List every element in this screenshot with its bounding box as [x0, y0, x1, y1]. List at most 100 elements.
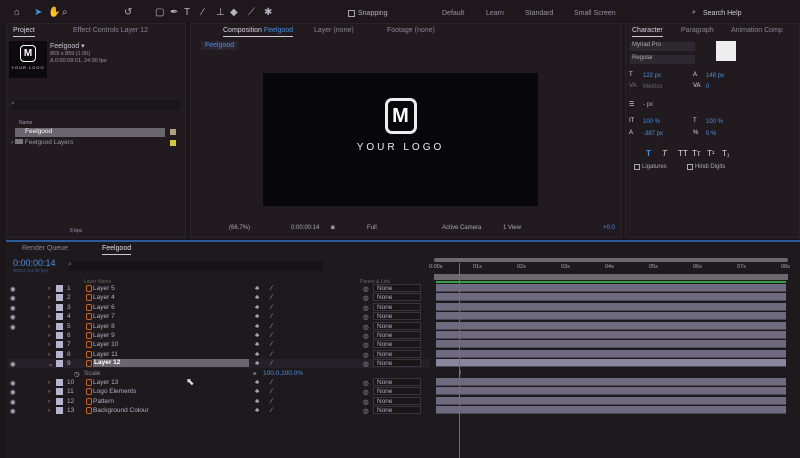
pickwhip-icon[interactable]: ◎ — [363, 407, 369, 415]
parent-dropdown[interactable]: None — [373, 331, 421, 339]
parent-dropdown[interactable]: None — [373, 359, 421, 368]
parent-dropdown[interactable]: None — [373, 340, 421, 349]
shy-icon[interactable]: ♣ — [255, 360, 259, 367]
quality-switch-icon[interactable]: ⁄ — [271, 332, 272, 339]
parent-dropdown[interactable]: None — [373, 378, 421, 386]
layer-duration-bar[interactable] — [436, 312, 786, 321]
expand-chevron-icon[interactable]: › — [48, 407, 50, 414]
eye-icon[interactable]: ◉ — [10, 285, 16, 293]
layer-name[interactable]: Layer 11 — [93, 351, 118, 358]
pickwhip-icon[interactable]: ◎ — [363, 323, 369, 331]
layer-name[interactable]: Pattern — [93, 398, 114, 405]
camera-icon[interactable]: ◙ — [331, 225, 335, 231]
constrain-link-icon[interactable]: ⚭ — [252, 370, 257, 378]
layer-name[interactable]: Logo Elements — [93, 388, 136, 395]
parent-dropdown[interactable]: None — [373, 321, 421, 330]
tab-timeline-feelgood[interactable]: Feelgood — [102, 245, 132, 255]
current-time-display[interactable]: 0:00:00:14 — [13, 258, 56, 268]
label-color[interactable] — [56, 341, 63, 349]
label-color[interactable] — [56, 294, 63, 302]
pickwhip-icon[interactable]: ◎ — [363, 341, 369, 349]
expand-chevron-icon[interactable]: ⌄ — [48, 360, 53, 368]
hand-tool-icon[interactable]: ✋ — [48, 7, 60, 18]
label-color[interactable] — [56, 397, 63, 405]
roto-tool-icon[interactable]: ⟋ — [248, 7, 255, 18]
font-size-value[interactable]: 122 px — [643, 73, 661, 79]
layer-row[interactable]: › 6 Layer 9 ♣ ⁄ ◎ None — [8, 331, 430, 340]
brush-tool-icon[interactable]: ⁄ — [202, 7, 204, 18]
tab-render-queue[interactable]: Render Queue — [22, 245, 68, 252]
label-color[interactable] — [56, 350, 63, 358]
search-help-input[interactable]: Search Help — [703, 10, 742, 17]
quality-switch-icon[interactable]: ⁄ — [271, 294, 272, 301]
quality-switch-icon[interactable]: ⁄ — [271, 313, 272, 320]
pickwhip-icon[interactable]: ◎ — [363, 313, 369, 321]
baseline-shift-value[interactable]: -387 px — [643, 131, 663, 137]
project-item-feelgood[interactable]: Feelgood — [15, 128, 165, 137]
eye-icon[interactable]: ◉ — [10, 360, 16, 368]
pen-tool-icon[interactable]: ✒ — [170, 7, 178, 18]
expand-chevron-icon[interactable]: › — [48, 294, 50, 301]
eye-icon[interactable]: ◉ — [10, 304, 16, 312]
eraser-tool-icon[interactable]: ◆ — [230, 7, 238, 18]
kerning-value[interactable]: Metrics — [643, 84, 662, 90]
layer-name[interactable]: Layer 4 — [93, 294, 115, 301]
tab-project[interactable]: Project — [13, 27, 35, 37]
workspace-small-screen[interactable]: Small Screen — [574, 10, 616, 17]
stopwatch-icon[interactable]: ◷ — [74, 370, 80, 378]
leading-value[interactable]: 148 px — [706, 73, 724, 79]
quality-switch-icon[interactable]: ⁄ — [271, 323, 272, 330]
layer-name[interactable]: Layer 8 — [93, 323, 115, 330]
layer-name[interactable]: Layer 5 — [93, 285, 115, 292]
pickwhip-icon[interactable]: ◎ — [363, 388, 369, 396]
stroke-width-value[interactable]: - px — [643, 102, 653, 108]
layer-row[interactable]: ◉ › 11 Logo Elements ♣ ⁄ ◎ None — [8, 387, 430, 396]
scale-value[interactable]: 100.0,100.0% — [263, 370, 303, 377]
pickwhip-icon[interactable]: ◎ — [363, 294, 369, 302]
layer-name[interactable]: Layer 12 — [93, 359, 249, 368]
tsume-value[interactable]: 0 % — [706, 131, 716, 137]
layer-duration-bar[interactable] — [436, 293, 786, 302]
label-color[interactable] — [56, 303, 63, 311]
shy-icon[interactable]: ♣ — [255, 294, 259, 301]
expand-chevron-icon[interactable]: › — [48, 332, 50, 339]
quality-switch-icon[interactable]: ⁄ — [271, 407, 272, 414]
layer-duration-bar[interactable] — [436, 378, 786, 386]
layer-row[interactable]: › 7 Layer 10 ♣ ⁄ ◎ None — [8, 340, 430, 349]
layer-row[interactable]: ◉ › 1 Layer 5 ♣ ⁄ ◎ None — [8, 284, 430, 293]
expand-chevron-icon[interactable]: › — [48, 313, 50, 320]
quality-switch-icon[interactable]: ⁄ — [271, 379, 272, 386]
comp-viewer[interactable]: M YOUR LOGO — [263, 73, 538, 206]
eye-icon[interactable]: ◉ — [10, 407, 16, 415]
expand-chevron-icon[interactable]: › — [48, 351, 50, 358]
layer-name[interactable]: Layer 7 — [93, 313, 115, 320]
parent-dropdown[interactable]: None — [373, 396, 421, 405]
subscript-button[interactable]: T₁ — [722, 149, 730, 158]
layer-row[interactable]: › 8 Layer 11 ♣ ⁄ ◎ None — [8, 349, 430, 359]
quality-switch-icon[interactable]: ⁄ — [271, 398, 272, 405]
quality-switch-icon[interactable]: ⁄ — [271, 388, 272, 395]
parent-dropdown[interactable]: None — [373, 406, 421, 415]
layer-row[interactable]: ◉ › 3 Layer 6 ♣ ⁄ ◎ None — [8, 302, 430, 312]
parent-dropdown[interactable]: None — [373, 284, 421, 292]
expand-chevron-icon[interactable]: › — [48, 388, 50, 395]
shy-icon[interactable]: ♣ — [255, 304, 259, 311]
layer-row[interactable]: ◉ › 5 Layer 8 ♣ ⁄ ◎ None — [8, 321, 430, 331]
label-color[interactable] — [56, 332, 63, 339]
layer-duration-bar[interactable] — [436, 406, 786, 415]
eye-icon[interactable]: ◉ — [10, 323, 16, 331]
current-time-indicator[interactable] — [458, 263, 460, 458]
pickwhip-icon[interactable]: ◎ — [363, 360, 369, 368]
parent-dropdown[interactable]: None — [373, 349, 421, 358]
tab-footage[interactable]: Footage (none) — [387, 27, 435, 34]
fill-color-swatch[interactable] — [716, 41, 736, 61]
pickwhip-icon[interactable]: ◎ — [363, 398, 369, 406]
selection-tool-icon[interactable]: ➤ — [34, 7, 42, 18]
font-family-dropdown[interactable]: Myriad Pro — [630, 42, 695, 51]
exposure-value[interactable]: +0.0 — [603, 225, 615, 231]
expand-chevron-icon[interactable]: › — [48, 304, 50, 311]
snapping-checkbox[interactable] — [348, 10, 355, 17]
layer-duration-bar[interactable] — [436, 359, 786, 368]
work-area-bar[interactable] — [434, 274, 788, 280]
view-layout-dropdown[interactable]: 1 View — [503, 225, 521, 231]
